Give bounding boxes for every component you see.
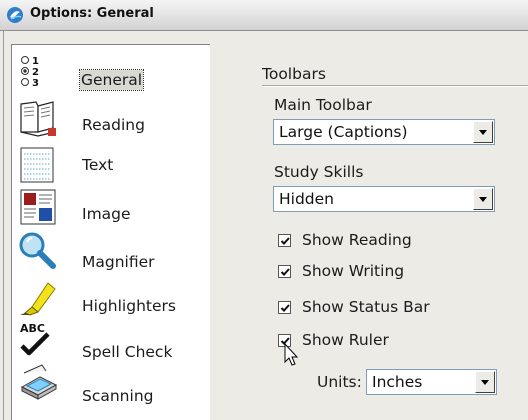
sidebar-item-image[interactable]: Image xyxy=(12,187,210,231)
sidebar-item-general[interactable]: 1 2 3 General xyxy=(12,51,210,95)
sidebar-item-spell-check[interactable]: ABC Spell Check xyxy=(12,319,210,363)
units-label: Units: xyxy=(317,373,362,391)
dropdown-button[interactable] xyxy=(473,188,493,210)
magnifier-icon xyxy=(19,232,56,269)
checkmark-icon xyxy=(280,268,290,276)
window-title: Options: General xyxy=(30,6,154,21)
highlighter-icon xyxy=(20,282,56,316)
sidebar-item-label: Magnifier xyxy=(82,253,155,271)
sidebar-item-label: Text xyxy=(82,156,114,174)
study-skills-value: Hidden xyxy=(279,190,334,208)
category-list[interactable]: 1 2 3 General Reading Text Image Magnifi… xyxy=(11,44,210,420)
checkbox-box[interactable] xyxy=(278,234,291,247)
sidebar-item-highlighters[interactable]: Highlighters xyxy=(12,277,210,321)
chevron-down-icon xyxy=(481,380,489,385)
checkbox-label: Show Ruler xyxy=(302,331,389,349)
svg-text:3: 3 xyxy=(32,78,39,89)
mouse-pointer-icon xyxy=(284,343,299,366)
book-icon xyxy=(20,101,56,137)
spellcheck-icon: ABC xyxy=(20,322,50,356)
dropdown-button[interactable] xyxy=(473,121,493,143)
sidebar-item-label: Reading xyxy=(82,116,145,134)
checkbox-box[interactable] xyxy=(278,265,291,278)
picture-icon xyxy=(20,189,56,225)
checkbox-label: Show Reading xyxy=(302,231,412,249)
title-bar[interactable]: Options: General xyxy=(0,0,528,31)
main-toolbar-select[interactable]: Large (Captions) xyxy=(273,119,495,145)
text-page-icon xyxy=(20,147,54,183)
section-title: Toolbars xyxy=(262,65,326,83)
sidebar-item-text[interactable]: Text xyxy=(12,143,210,187)
main-toolbar-value: Large (Captions) xyxy=(279,123,408,141)
main-toolbar-label: Main Toolbar xyxy=(274,96,372,114)
checkbox-box[interactable] xyxy=(278,301,291,314)
sidebar-item-label: Image xyxy=(82,205,131,223)
section-divider-highlight xyxy=(262,86,528,87)
sidebar-item-magnifier[interactable]: Magnifier xyxy=(12,231,210,275)
options-window: Options: General 1 2 3 General Reading T… xyxy=(0,0,528,420)
sidebar-item-label: Highlighters xyxy=(82,297,176,315)
sidebar-item-label: Scanning xyxy=(82,387,154,405)
radio-list-icon: 1 2 3 xyxy=(21,56,39,89)
units-value: Inches xyxy=(372,373,423,391)
checkmark-icon xyxy=(280,304,290,312)
sidebar-item-label: Spell Check xyxy=(82,343,173,361)
app-icon xyxy=(7,7,23,23)
sidebar-item-reading[interactable]: Reading xyxy=(12,97,210,141)
sidebar-item-scanning[interactable]: Scanning xyxy=(12,363,210,407)
sidebar-item-label: General xyxy=(78,69,145,91)
study-skills-label: Study Skills xyxy=(274,163,364,181)
svg-text:ABC: ABC xyxy=(20,322,45,335)
frame-border xyxy=(3,31,4,420)
study-skills-select[interactable]: Hidden xyxy=(273,186,495,212)
dropdown-button[interactable] xyxy=(475,371,495,393)
svg-text:1: 1 xyxy=(32,56,39,67)
chevron-down-icon xyxy=(479,130,487,135)
scanner-icon xyxy=(20,364,58,400)
svg-text:2: 2 xyxy=(32,67,39,78)
checkbox-label: Show Writing xyxy=(302,262,405,280)
checkbox-label: Show Status Bar xyxy=(302,298,430,316)
chevron-down-icon xyxy=(479,197,487,202)
checkmark-icon xyxy=(280,237,290,245)
units-select[interactable]: Inches xyxy=(366,369,497,395)
